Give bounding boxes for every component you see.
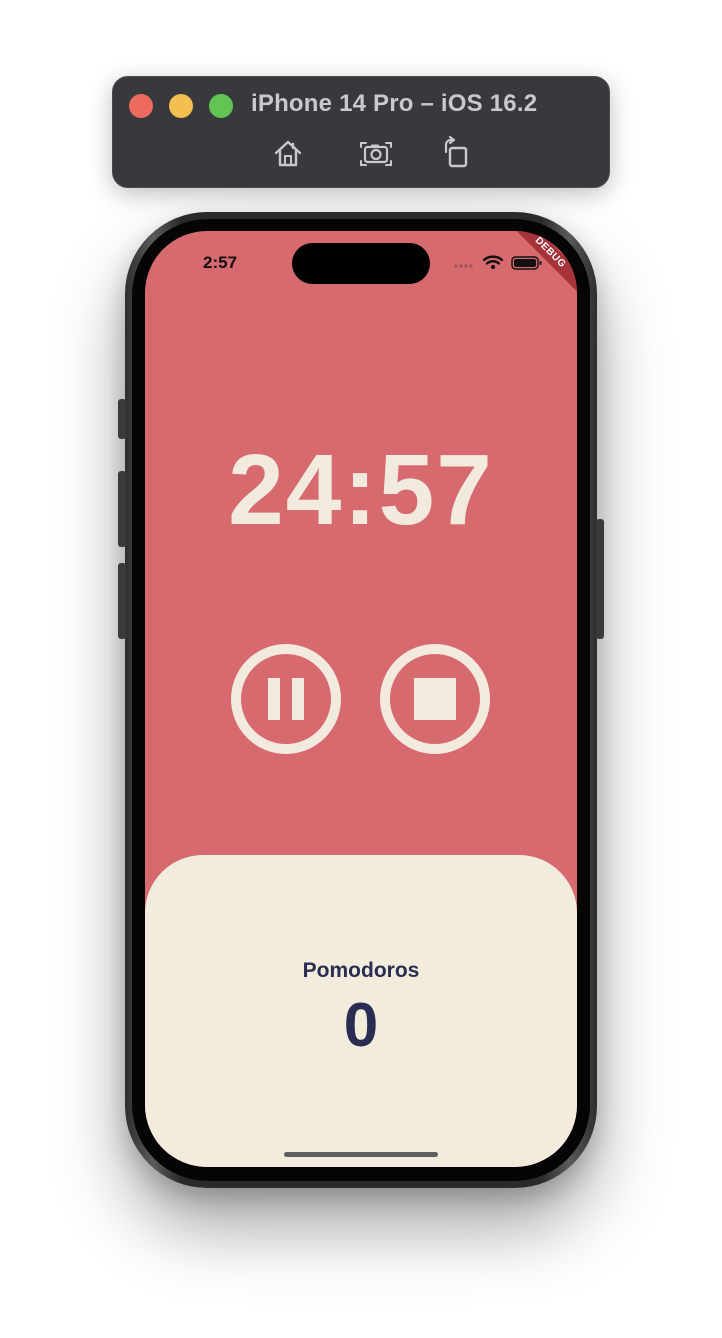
action-button[interactable] <box>118 399 126 439</box>
status-time: 2:57 <box>203 253 238 272</box>
simulator-titlebar: iPhone 14 Pro – iOS 16.2 <box>112 76 610 188</box>
battery-icon <box>511 256 542 270</box>
minimize-window-button[interactable] <box>169 94 193 118</box>
simulator-stage: iPhone 14 Pro – iOS 16.2 2:57 DEBUG 24:5… <box>0 0 722 1338</box>
screenshot-button[interactable] <box>358 135 394 171</box>
volume-up-button[interactable] <box>118 471 126 547</box>
pomodoro-counter-card: Pomodoros 0 <box>145 855 577 1167</box>
stop-button[interactable] <box>380 644 490 754</box>
close-window-button[interactable] <box>129 94 153 118</box>
pause-bar-right <box>292 678 304 720</box>
wifi-icon <box>482 255 504 270</box>
dynamic-island <box>292 243 430 284</box>
home-indicator[interactable] <box>284 1152 438 1157</box>
pause-button[interactable] <box>231 644 341 754</box>
rotate-button[interactable] <box>438 135 474 171</box>
screenshot-icon <box>360 142 392 166</box>
stop-icon <box>414 678 456 720</box>
home-icon <box>274 140 302 167</box>
rotate-icon <box>444 135 468 168</box>
pause-bar-left <box>268 678 280 720</box>
app-screen: 2:57 DEBUG 24:57 Pomodoros 0 <box>145 231 577 1167</box>
power-button[interactable] <box>596 519 604 639</box>
pomodoro-label: Pomodoros <box>302 959 420 982</box>
home-button[interactable] <box>270 135 306 171</box>
signal-icon <box>454 264 473 268</box>
zoom-window-button[interactable] <box>209 94 233 118</box>
volume-down-button[interactable] <box>118 563 126 639</box>
timer-display: 24:57 <box>228 434 494 546</box>
pomodoro-count: 0 <box>343 991 379 1060</box>
simulator-title: iPhone 14 Pro – iOS 16.2 <box>251 90 538 117</box>
